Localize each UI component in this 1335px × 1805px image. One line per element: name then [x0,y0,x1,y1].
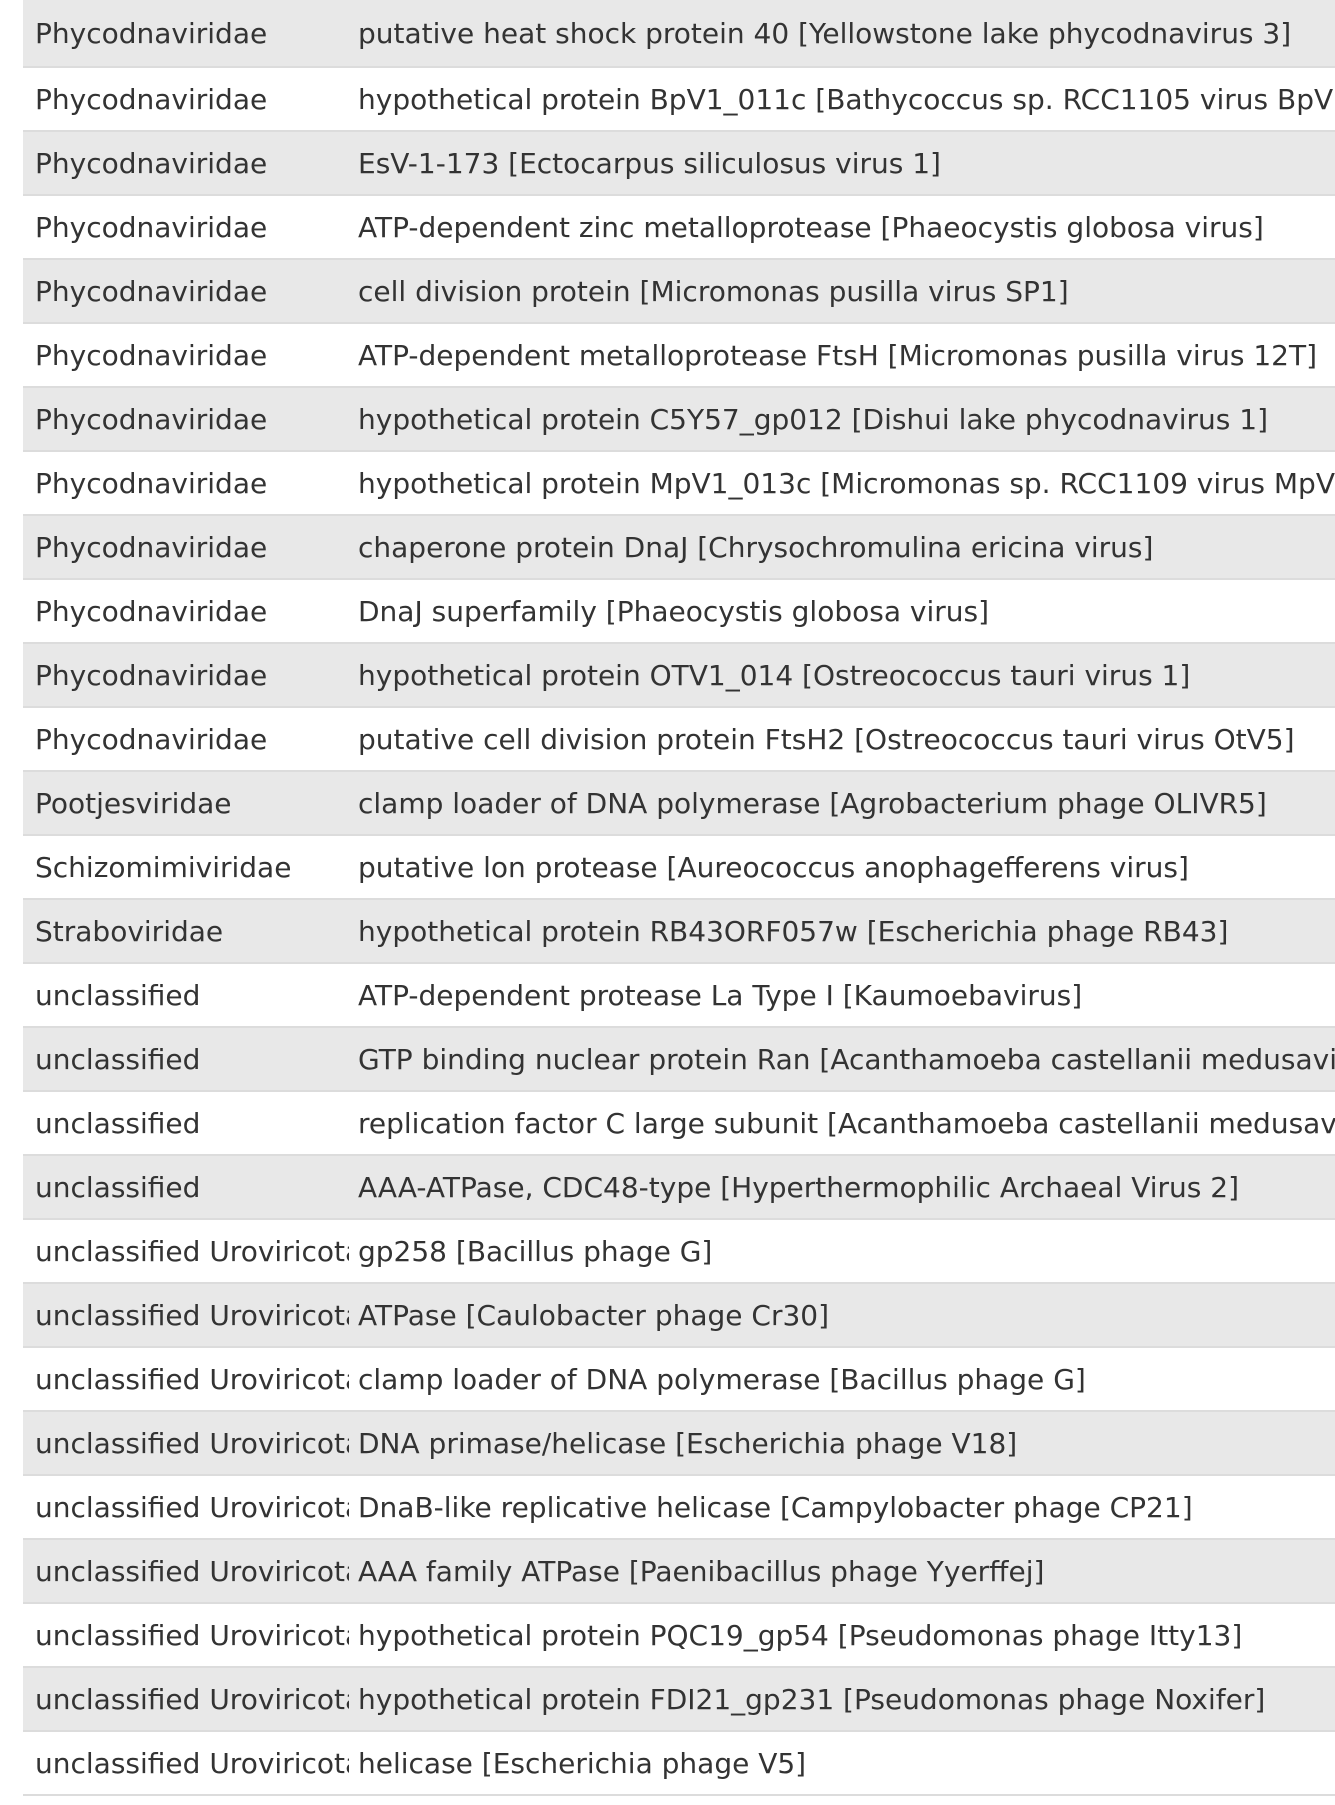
protein-description-cell: ATP-dependent protease La Type I [Kaumoe… [349,963,1335,1028]
virus-family-cell: unclassified Uroviricota [23,1347,349,1412]
protein-description-cell: helicase [Escherichia phage V5] [349,1731,1335,1796]
virus-family-cell: Phycodnaviridae [23,67,349,132]
results-table-body: Phycodnaviridae putative heat shock prote… [23,0,1335,1796]
table-row: Phycodnaviridae hypothetical protein C5Y5… [23,387,1335,452]
virus-family-cell: Phycodnaviridae [23,643,349,708]
virus-family-cell: Phycodnaviridae [23,387,349,452]
table-row: Straboviridae hypothetical protein RB43OR… [23,899,1335,964]
virus-family-cell: Phycodnaviridae [23,579,349,644]
virus-family-cell: Straboviridae [23,899,349,964]
table-row: unclassified Uroviricota helicase [Escher… [23,1731,1335,1796]
table-row: unclassified Uroviricota AAA family ATPas… [23,1539,1335,1604]
protein-description-cell: ATPase [Caulobacter phage Cr30] [349,1283,1335,1348]
table-row: Schizomimiviridae putative lon protease [… [23,835,1335,900]
table-row: unclassified Uroviricota hypothetical pro… [23,1603,1335,1668]
table-row: Phycodnaviridae chaperone protein DnaJ [C… [23,515,1335,580]
virus-family-cell: Phycodnaviridae [23,451,349,516]
virus-family-cell: Pootjesviridae [23,771,349,836]
table-row: unclassified Uroviricota clamp loader of … [23,1347,1335,1412]
protein-description-cell: putative cell division protein FtsH2 [Os… [349,707,1335,772]
table-row: unclassified Uroviricota gp258 [Bacillus … [23,1219,1335,1284]
protein-description-cell: AAA-ATPase, CDC48-type [Hyperthermophili… [349,1155,1335,1220]
virus-family-cell: unclassified [23,1091,349,1156]
protein-description-cell: chaperone protein DnaJ [Chrysochromulina… [349,515,1335,580]
protein-description-cell: clamp loader of DNA polymerase [Bacillus… [349,1347,1335,1412]
table-row: Phycodnaviridae putative heat shock prote… [23,0,1335,68]
protein-description-cell: ATP-dependent zinc metalloprotease [Phae… [349,195,1335,260]
virus-family-cell: Phycodnaviridae [23,515,349,580]
protein-description-cell: cell division protein [Micromonas pusill… [349,259,1335,324]
protein-description-cell: hypothetical protein RB43ORF057w [Escher… [349,899,1335,964]
protein-description-cell: putative lon protease [Aureococcus anoph… [349,835,1335,900]
virus-family-cell: unclassified Uroviricota [23,1475,349,1540]
table-row: Phycodnaviridae hypothetical protein BpV1… [23,67,1335,132]
table-row: unclassified Uroviricota ATPase [Caulobac… [23,1283,1335,1348]
protein-description-cell: gp258 [Bacillus phage G] [349,1219,1335,1284]
table-row: unclassified AAA-ATPase, CDC48-type [Hype… [23,1155,1335,1220]
virus-family-cell: unclassified Uroviricota [23,1411,349,1476]
protein-description-cell: GTP binding nuclear protein Ran [Acantha… [349,1027,1335,1092]
virus-family-cell: unclassified [23,1155,349,1220]
table-row: unclassified GTP binding nuclear protein … [23,1027,1335,1092]
virus-family-cell: unclassified Uroviricota [23,1667,349,1732]
table-row: Phycodnaviridae putative cell division pr… [23,707,1335,772]
table-row: Phycodnaviridae hypothetical protein MpV1… [23,451,1335,516]
table-row: Pootjesviridae clamp loader of DNA polyme… [23,771,1335,836]
virus-family-cell: unclassified [23,963,349,1028]
protein-description-cell: DNA primase/helicase [Escherichia phage … [349,1411,1335,1476]
protein-description-cell: hypothetical protein C5Y57_gp012 [Dishui… [349,387,1335,452]
virus-family-cell: Phycodnaviridae [23,707,349,772]
protein-description-cell: replication factor C large subunit [Acan… [349,1091,1335,1156]
virus-family-cell: unclassified [23,1027,349,1092]
virus-family-cell: Phycodnaviridae [23,259,349,324]
results-table: Phycodnaviridae putative heat shock prote… [23,0,1335,1796]
virus-family-cell: unclassified Uroviricota [23,1731,349,1796]
protein-description-cell: hypothetical protein OTV1_014 [Ostreococ… [349,643,1335,708]
table-row: Phycodnaviridae EsV-1-173 [Ectocarpus sil… [23,131,1335,196]
virus-family-cell: Schizomimiviridae [23,835,349,900]
protein-description-cell: ATP-dependent metalloprotease FtsH [Micr… [349,323,1335,388]
table-row: unclassified replication factor C large s… [23,1091,1335,1156]
table-row: Phycodnaviridae cell division protein [Mi… [23,259,1335,324]
virus-family-cell: Phycodnaviridae [23,0,349,68]
virus-family-cell: unclassified Uroviricota [23,1539,349,1604]
virus-family-cell: unclassified Uroviricota [23,1283,349,1348]
protein-description-cell: putative heat shock protein 40 [Yellowst… [349,0,1335,68]
protein-description-cell: AAA family ATPase [Paenibacillus phage Y… [349,1539,1335,1604]
protein-description-cell: clamp loader of DNA polymerase [Agrobact… [349,771,1335,836]
results-table-container: Phycodnaviridae putative heat shock prote… [23,0,1335,1796]
table-row: Phycodnaviridae hypothetical protein OTV1… [23,643,1335,708]
protein-description-cell: hypothetical protein FDI21_gp231 [Pseudo… [349,1667,1335,1732]
virus-family-cell: Phycodnaviridae [23,195,349,260]
table-row: unclassified Uroviricota DnaB-like replic… [23,1475,1335,1540]
table-row: Phycodnaviridae ATP-dependent zinc metall… [23,195,1335,260]
virus-family-cell: Phycodnaviridae [23,131,349,196]
virus-family-cell: Phycodnaviridae [23,323,349,388]
protein-description-cell: EsV-1-173 [Ectocarpus siliculosus virus … [349,131,1335,196]
protein-description-cell: hypothetical protein MpV1_013c [Micromon… [349,451,1335,516]
table-row: unclassified Uroviricota hypothetical pro… [23,1667,1335,1732]
table-row: Phycodnaviridae ATP-dependent metalloprot… [23,323,1335,388]
table-row: unclassified Uroviricota DNA primase/heli… [23,1411,1335,1476]
protein-description-cell: DnaB-like replicative helicase [Campylob… [349,1475,1335,1540]
protein-description-cell: DnaJ superfamily [Phaeocystis globosa vi… [349,579,1335,644]
table-row: unclassified ATP-dependent protease La Ty… [23,963,1335,1028]
table-row: Phycodnaviridae DnaJ superfamily [Phaeocy… [23,579,1335,644]
protein-description-cell: hypothetical protein PQC19_gp54 [Pseudom… [349,1603,1335,1668]
virus-family-cell: unclassified Uroviricota [23,1603,349,1668]
virus-family-cell: unclassified Uroviricota [23,1219,349,1284]
protein-description-cell: hypothetical protein BpV1_011c [Bathycoc… [349,67,1335,132]
